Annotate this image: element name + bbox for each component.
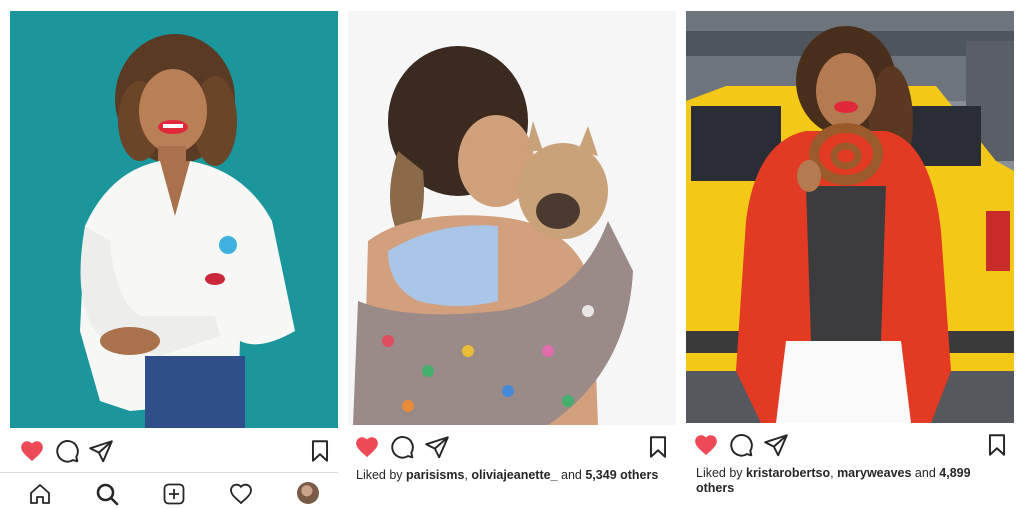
liked-by-label: Liked by [696, 466, 743, 480]
bottom-nav-bar [0, 472, 338, 509]
and-label: and [914, 466, 936, 480]
post-actions [0, 438, 338, 466]
likes-summary: Liked by parisisms, oliviajeanette_ and … [356, 468, 659, 482]
post-actions [686, 432, 1014, 460]
liked-user-link[interactable]: kristarobertso [746, 466, 830, 480]
post-photo[interactable] [348, 11, 676, 425]
post-actions [348, 434, 676, 462]
bookmark-icon[interactable] [984, 432, 1010, 458]
search-icon[interactable] [95, 482, 119, 506]
activity-icon[interactable] [229, 482, 253, 506]
heart-icon[interactable] [354, 434, 380, 460]
share-icon[interactable] [763, 432, 789, 458]
liked-by-label: Liked by [356, 468, 403, 482]
bookmark-icon[interactable] [307, 438, 333, 464]
post-right: Liked by kristarobertso, maryweaves and … [686, 0, 1014, 508]
post-photo[interactable] [686, 11, 1014, 423]
heart-icon[interactable] [693, 432, 719, 458]
post-photo[interactable] [10, 11, 338, 428]
share-icon[interactable] [424, 434, 450, 460]
others-label[interactable]: others [696, 481, 734, 495]
comment-icon[interactable] [728, 432, 754, 458]
add-icon[interactable] [162, 482, 186, 506]
liked-user-link[interactable]: parisisms [406, 468, 464, 482]
others-label[interactable]: others [620, 468, 658, 482]
liked-user-link[interactable]: maryweaves [837, 466, 911, 480]
likes-count[interactable]: 5,349 [585, 468, 616, 482]
and-label: and [561, 468, 582, 482]
bookmark-icon[interactable] [645, 434, 671, 460]
likes-count[interactable]: 4,899 [939, 466, 970, 480]
home-icon[interactable] [28, 482, 52, 506]
comment-icon[interactable] [389, 434, 415, 460]
post-middle: Liked by parisisms, oliviajeanette_ and … [348, 0, 676, 508]
liked-user-link[interactable]: oliviajeanette_ [471, 468, 557, 482]
share-icon[interactable] [88, 438, 114, 464]
profile-avatar[interactable] [297, 482, 319, 504]
comment-icon[interactable] [54, 438, 80, 464]
heart-icon[interactable] [19, 438, 45, 464]
likes-summary: Liked by kristarobertso, maryweaves and … [696, 466, 971, 495]
post-left [0, 0, 338, 509]
